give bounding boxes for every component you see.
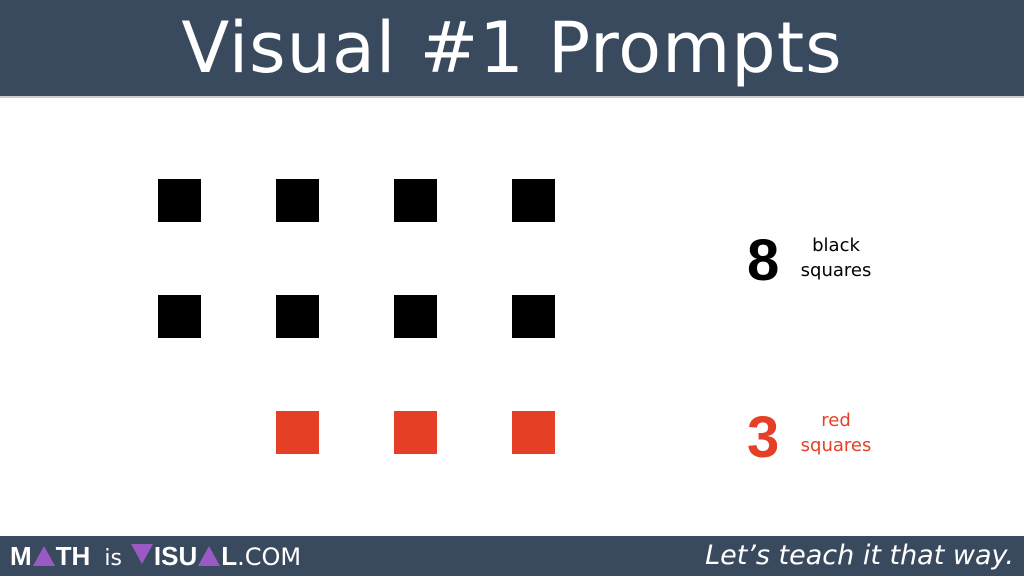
black-square xyxy=(276,179,319,222)
black-square xyxy=(512,179,555,222)
black-square xyxy=(158,295,201,338)
header-bar: Visual #1 Prompts xyxy=(0,0,1024,98)
footer-bar: M TH is ISU L.COM Let’s teach it that way. xyxy=(0,536,1024,576)
black-square xyxy=(158,179,201,222)
logo-l: L xyxy=(221,541,238,571)
black-square xyxy=(276,295,319,338)
red-label-line1: red xyxy=(821,410,851,431)
red-square xyxy=(512,411,555,454)
black-label-line1: black xyxy=(812,235,860,256)
red-label-line2: squares xyxy=(800,435,872,456)
black-count: 8 xyxy=(747,228,780,293)
tagline: Let’s teach it that way. xyxy=(705,540,1014,571)
red-square xyxy=(394,411,437,454)
triangle-up-icon xyxy=(198,546,221,566)
black-square xyxy=(394,179,437,222)
red-square xyxy=(276,411,319,454)
logo-m: M xyxy=(10,541,32,571)
page-title: Visual #1 Prompts xyxy=(181,7,843,89)
triangle-down-icon xyxy=(130,544,153,564)
logo-th: TH xyxy=(55,541,91,571)
logo-isu: ISU xyxy=(153,541,198,571)
red-count: 3 xyxy=(747,405,780,470)
triangle-up-icon xyxy=(32,546,55,566)
logo-is: is xyxy=(104,546,122,571)
black-square xyxy=(394,295,437,338)
black-square xyxy=(512,295,555,338)
math-is-visual-logo[interactable]: M TH is ISU L.COM xyxy=(10,536,301,576)
logo-com: .COM xyxy=(237,543,302,571)
black-label-line2: squares xyxy=(800,260,872,281)
